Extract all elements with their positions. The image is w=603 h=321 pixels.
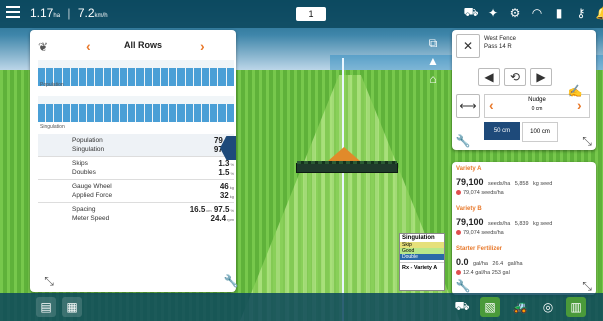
legend-footer: Rx - Variety A xyxy=(400,262,444,273)
bell-icon[interactable]: 🔔 xyxy=(596,6,603,20)
nudge-value: 0 cm xyxy=(531,106,543,112)
stat-label: Spacing xyxy=(72,206,96,213)
collapse-icon[interactable]: ⤡ xyxy=(40,272,58,290)
stats-table: Population79.5k Singulation97.2% Skips 1.… xyxy=(38,134,234,225)
notes-icon[interactable]: ✍ xyxy=(566,82,584,100)
stat-group-population[interactable]: Population79.5k Singulation97.2% xyxy=(38,134,234,157)
top-bar: 1.17ha | 7.2km/h 1 ⛟ ✦ ⚙ ◠ ▮ ⚷ 🔔 xyxy=(0,0,603,28)
area-value: 1.17 xyxy=(30,6,54,20)
stat-label: Applied Force xyxy=(72,192,113,199)
key-icon[interactable]: ⚷ xyxy=(574,6,588,20)
shift-left-button[interactable]: ◀ xyxy=(478,68,500,86)
singulation-chart-label: Singulation xyxy=(40,124,65,130)
field-name: West Fence xyxy=(484,36,516,42)
status-icons: ⛟ ✦ ⚙ ◠ ▮ ⚷ 🔔 xyxy=(463,5,603,20)
perspective-icon[interactable]: ⌂ xyxy=(424,70,442,88)
tractor-icon xyxy=(328,147,360,161)
machine-icon[interactable]: ⛟ xyxy=(452,297,472,317)
stat-group-skips[interactable]: Skips 1.3% Doubles 1.5% xyxy=(38,157,234,180)
speed-value: 7.2 xyxy=(77,6,95,20)
speed-unit: km/h xyxy=(94,13,108,19)
variety-rate: 79,100 xyxy=(456,217,484,227)
steering-wheel-icon[interactable]: ◎ xyxy=(538,297,558,317)
recenter-icon[interactable]: ↻ xyxy=(566,56,584,74)
stat-value: 16.5cm 97.5% xyxy=(189,205,234,214)
population-chart xyxy=(38,60,234,86)
satellite-icon[interactable]: ✦ xyxy=(486,6,500,20)
step-100-button[interactable]: 100 cm xyxy=(522,122,558,142)
wrench-icon[interactable]: 🔧 xyxy=(454,132,472,150)
legend-item-double: Double xyxy=(400,254,444,260)
singulation-legend[interactable]: Singulation Skip Good Double Rx - Variet… xyxy=(399,233,445,291)
stat-label: Gauge Wheel xyxy=(72,183,112,190)
document-icon[interactable]: ▤ xyxy=(36,297,56,317)
variety-b-row[interactable]: Variety B 79,100 seeds/ha 5,839 kg seed … xyxy=(456,206,592,236)
field-icon[interactable]: ▧ xyxy=(480,297,500,317)
stat-value: 24.4rpm xyxy=(210,214,234,223)
speed-readout: 1.17ha | 7.2km/h xyxy=(30,6,108,20)
wifi-icon[interactable]: ◠ xyxy=(530,6,544,20)
stat-label: Population xyxy=(72,137,103,144)
tractor-button-icon[interactable]: 🚜 xyxy=(510,297,530,317)
settings-icon[interactable]: ⚙ xyxy=(508,6,522,20)
stat-value: 1.3% xyxy=(218,159,234,168)
pass-name: Pass 14 R xyxy=(484,44,512,50)
fertilizer-row[interactable]: Starter Fertilizer 0.0 gal/ha 26.4 gal/h… xyxy=(456,246,592,276)
grid-icon[interactable]: ▦ xyxy=(62,297,82,317)
legend-title: Singulation xyxy=(402,235,435,241)
next-chevron-icon[interactable]: › xyxy=(200,38,205,54)
singulation-chart xyxy=(38,96,234,122)
menu-icon[interactable] xyxy=(6,6,20,18)
stat-label: Skips xyxy=(72,160,88,167)
plant-icon[interactable]: ❦ xyxy=(34,38,52,56)
stat-value: 1.5% xyxy=(218,168,234,177)
planter-implement xyxy=(296,161,398,173)
nudge-center-button[interactable]: ⟷ xyxy=(456,94,480,118)
signal-icon[interactable]: ▮ xyxy=(552,6,566,20)
steer-icon[interactable]: ⟲ xyxy=(504,68,526,86)
stat-value: 32kg xyxy=(219,191,234,200)
variety-rate: 79,100 xyxy=(456,177,484,187)
stat-group-spacing[interactable]: Spacing 16.5cm 97.5% Meter Speed 24.4rpm xyxy=(38,203,234,225)
population-chart-label: Population xyxy=(40,82,64,88)
pass-counter[interactable]: 1 xyxy=(296,7,326,21)
stat-value: 46kg xyxy=(219,182,234,191)
guidance-line xyxy=(342,58,344,321)
shift-right-button[interactable]: ▶ xyxy=(530,68,552,86)
panel-header: ‹ All Rows › xyxy=(50,36,236,56)
bottom-bar: ▤ ▦ ⛟ ▧ 🚜 ◎ ▥ xyxy=(0,293,603,321)
edit-icon[interactable]: ✎ xyxy=(566,30,584,48)
wrench-icon[interactable]: 🔧 xyxy=(222,272,240,290)
stat-group-downforce[interactable]: Gauge Wheel 46kg Applied Force 32kg xyxy=(38,180,234,203)
seed-bag-icon[interactable]: ▣ xyxy=(566,168,584,186)
layers-icon[interactable]: ⧉ xyxy=(424,34,442,52)
truck-icon[interactable]: ⛟ xyxy=(463,5,478,20)
panel-title: All Rows xyxy=(123,40,162,50)
step-50-button[interactable]: 50 cm xyxy=(484,122,520,140)
stat-label: Singulation xyxy=(72,146,105,153)
run-page-icon[interactable]: ▥ xyxy=(566,297,586,317)
collapse-icon[interactable]: ⤡ xyxy=(578,132,596,150)
stat-label: Meter Speed xyxy=(72,215,110,222)
stat-label: Doubles xyxy=(72,169,96,176)
north-icon[interactable]: ▲ xyxy=(424,52,442,70)
variety-rate: 0.0 xyxy=(456,257,469,267)
area-unit: ha xyxy=(53,13,61,19)
close-button[interactable]: ✕ xyxy=(456,34,480,58)
fertilizer-icon[interactable]: ⚗ xyxy=(566,192,584,210)
